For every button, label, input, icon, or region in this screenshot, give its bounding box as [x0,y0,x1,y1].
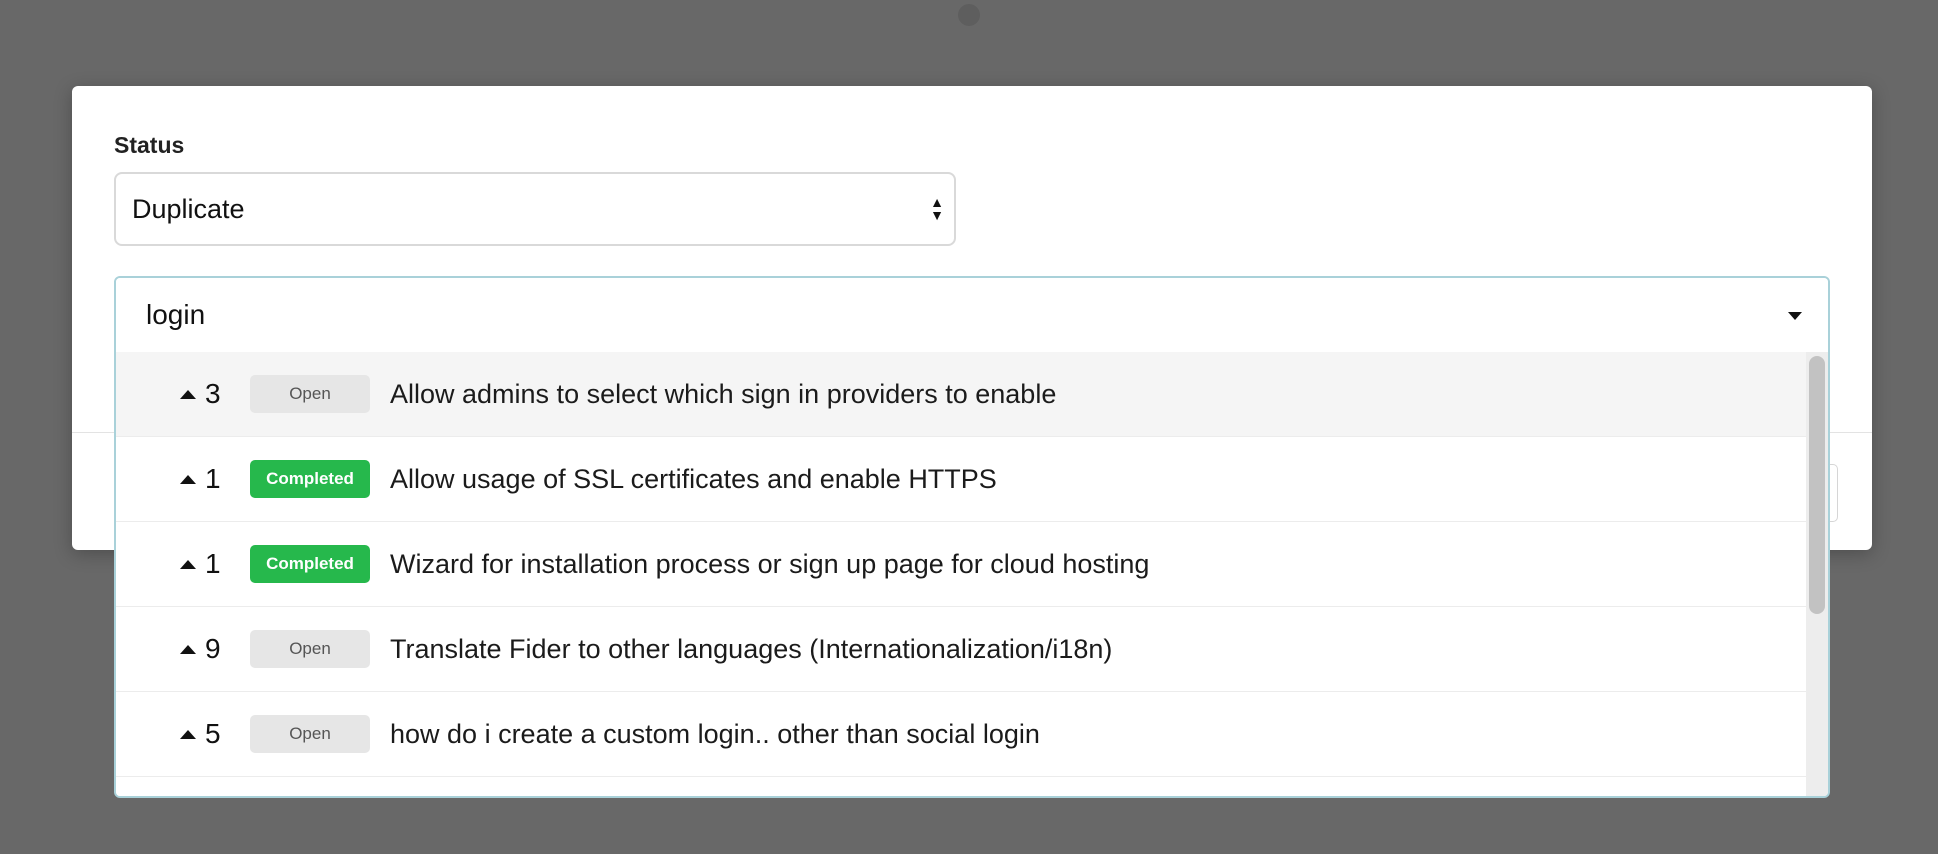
list-item[interactable]: 5 Open how do i create a custom login.. … [116,692,1808,777]
status-badge: Open [250,630,370,668]
vote-count: 5 [180,718,221,750]
search-results-list: 3 Open Allow admins to select which sign… [116,352,1808,796]
post-title: Translate Fider to other languages (Inte… [390,633,1113,664]
list-item[interactable]: 1 Completed Allow usage of SSL certifica… [116,437,1808,522]
status-badge: Completed [250,545,370,583]
caret-down-icon[interactable] [1788,312,1802,320]
vote-count: 1 [180,463,221,495]
triangle-up-icon [180,474,196,484]
list-item[interactable]: 9 Open Translate Fider to other language… [116,607,1808,692]
vote-number: 1 [205,463,221,494]
status-badge: Completed [250,460,370,498]
triangle-up-icon [180,729,196,739]
status-label: Status [114,132,185,158]
scrollbar-thumb[interactable] [1809,356,1825,614]
vote-number: 3 [205,378,221,409]
vote-number: 5 [205,718,221,749]
results-scrollbar[interactable] [1806,352,1828,796]
vote-number: 9 [205,633,221,664]
post-title: Allow admins to select which sign in pro… [390,378,1057,409]
triangle-up-icon [180,644,196,654]
list-item[interactable]: 3 Open Allow admins to select which sign… [116,352,1808,437]
post-title: how do i create a custom login.. other t… [390,718,1040,749]
post-title: Allow usage of SSL certificates and enab… [390,463,997,494]
triangle-up-icon [180,559,196,569]
list-item[interactable]: 1 Completed Wizard for installation proc… [116,522,1808,607]
vote-count: 1 [180,548,221,580]
vote-count: 3 [180,378,221,410]
vote-number: 1 [205,548,221,579]
triangle-up-icon [180,389,196,399]
background-spinner [958,4,980,26]
duplicate-search-combobox[interactable]: login 3 Open Allow admins to select whic… [114,276,1830,798]
vote-count: 9 [180,633,221,665]
status-badge: Open [250,715,370,753]
duplicate-search-input[interactable]: login [116,278,1828,352]
list-item-partial[interactable] [116,777,1808,796]
status-badge: Open [250,375,370,413]
sort-arrows-icon: ▲ ▼ [930,194,944,223]
status-select-value: Duplicate [132,193,245,224]
post-title: Wizard for installation process or sign … [390,548,1150,579]
status-select[interactable]: Duplicate ▲ ▼ [114,172,956,246]
